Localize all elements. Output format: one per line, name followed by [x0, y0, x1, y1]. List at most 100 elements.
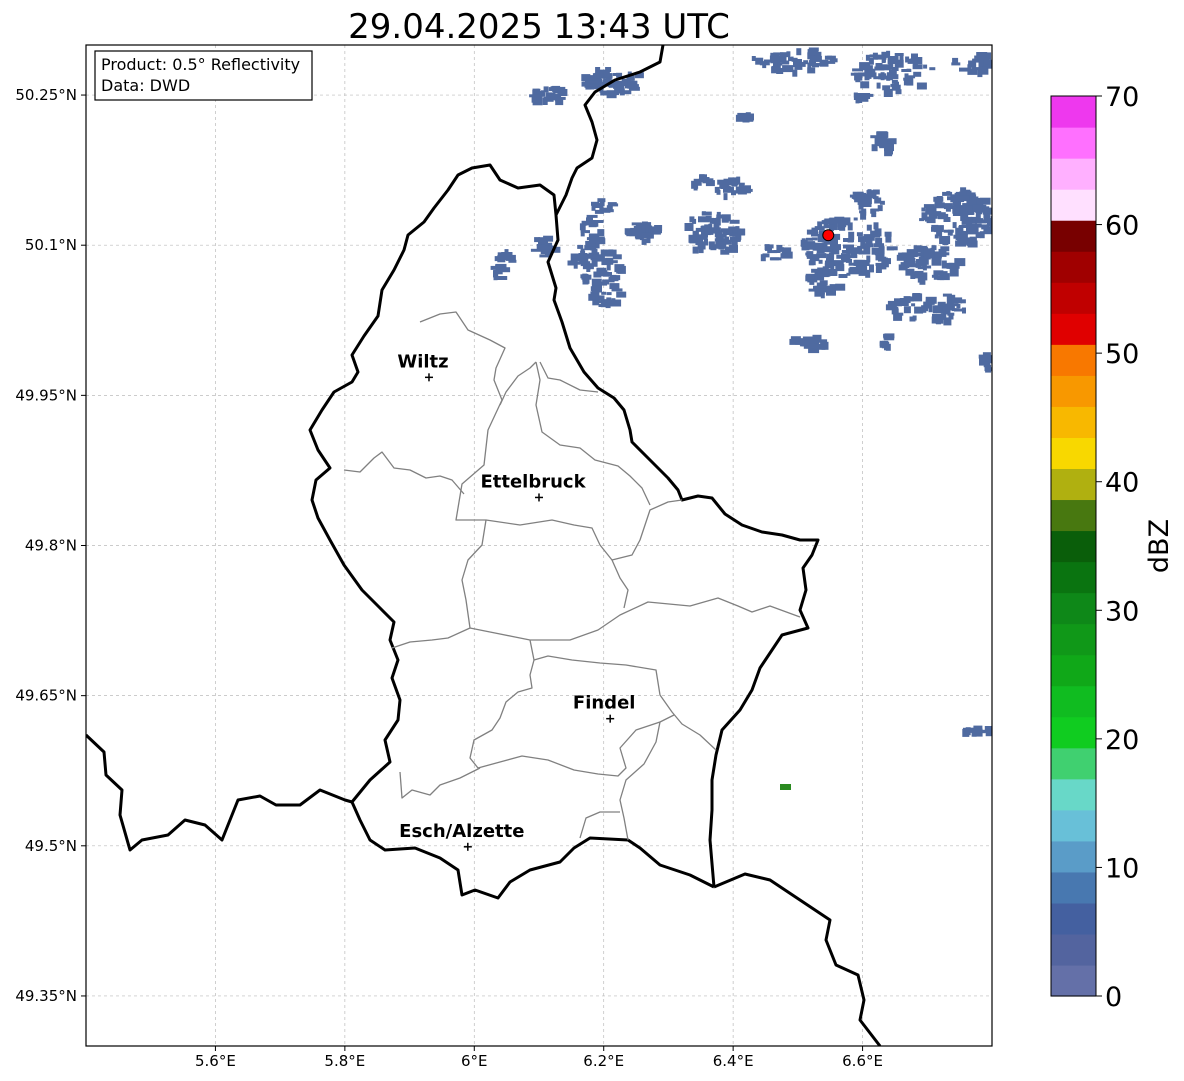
- radar-echo-cell: [627, 80, 635, 89]
- radar-echo-cell: [891, 308, 899, 315]
- radar-echo-cell-strong: [780, 784, 791, 790]
- radar-echo-cell: [573, 254, 584, 259]
- radar-echo-cell: [586, 237, 591, 241]
- radar-echo-cell: [906, 68, 911, 72]
- radar-echo-cell: [807, 62, 812, 68]
- radar-echo-cell: [616, 291, 627, 298]
- radar-echo-cell: [952, 57, 959, 64]
- radar-echo-cell: [878, 246, 885, 255]
- radar-echo-cell: [854, 198, 863, 202]
- radar-echo-cell: [634, 84, 639, 88]
- radar-echo-cell: [946, 191, 951, 195]
- colorbar-band: [1051, 654, 1096, 687]
- lat-tick-label: 49.35°N: [15, 987, 77, 1005]
- radar-echo-cell: [606, 249, 617, 257]
- radar-echo-cell: [983, 214, 991, 222]
- radar-echo-cell: [932, 313, 937, 317]
- radar-echo-cell: [822, 246, 833, 253]
- radar-echo-cell: [912, 315, 917, 321]
- radar-echo-cell: [807, 49, 817, 56]
- radar-echo-cell: [600, 270, 608, 277]
- city-label: Ettelbruck: [480, 471, 586, 492]
- radar-echo-cell: [945, 203, 951, 212]
- radar-echo-cell: [497, 254, 503, 260]
- radar-echo-cell: [827, 55, 833, 60]
- colorbar-band: [1051, 623, 1096, 656]
- colorbar-band: [1051, 561, 1096, 594]
- radar-echo-cell: [716, 211, 721, 218]
- radar-echo-cell: [701, 211, 712, 216]
- radar-echo-cell: [835, 265, 842, 270]
- radar-echo-cell: [723, 239, 732, 245]
- radar-echo-cell: [611, 298, 616, 304]
- radar-echo-cell: [866, 192, 877, 197]
- radar-echo-cell: [807, 67, 816, 74]
- radar-echo-cell: [866, 224, 872, 231]
- radar-echo-cell: [714, 186, 720, 193]
- radar-site-layer: [822, 229, 835, 242]
- radar-echo-cell: [857, 266, 868, 272]
- radar-echo-cell: [886, 72, 893, 81]
- info-box: Product: 0.5° Reflectivity Data: DWD: [94, 50, 313, 101]
- colorbar-band: [1051, 251, 1096, 283]
- radar-map-figure: 29.04.2025 13:43 UTC WiltzEttelbruckFind…: [15, 7, 1175, 1070]
- radar-echo-cell: [796, 48, 802, 56]
- radar-echo-cell: [880, 72, 885, 81]
- radar-echo-cell: [631, 222, 642, 226]
- radar-echo-cell: [935, 316, 944, 324]
- radar-echo-cell: [933, 275, 943, 280]
- radar-echo-cell: [502, 252, 513, 260]
- radar-echo-cell: [599, 201, 605, 207]
- colorbar-band: [1051, 592, 1096, 625]
- city-label: Findel: [573, 693, 636, 714]
- radar-echo-cell: [609, 283, 620, 290]
- radar-echo-cell: [780, 52, 790, 58]
- radar-echo-cell: [873, 222, 879, 230]
- radar-echo-cell: [919, 276, 926, 285]
- radar-echo-cell: [854, 72, 863, 81]
- radar-echo-cell: [580, 274, 586, 279]
- radar-echo-cell: [805, 273, 815, 280]
- radar-echo-cell: [609, 203, 619, 207]
- radar-echo-cell: [988, 356, 992, 364]
- radar-echo-cell: [729, 219, 740, 224]
- radar-echo-cell: [591, 258, 598, 267]
- radar-echo-cell: [931, 257, 942, 266]
- radar-echo-cell: [960, 299, 966, 304]
- radar-echo-cell: [846, 272, 851, 276]
- radar-echo-cell: [721, 215, 729, 223]
- radar-echo-cell: [598, 81, 606, 85]
- radar-echo-cell: [815, 244, 823, 250]
- radar-echo-cell: [689, 216, 695, 223]
- radar-echo-cell: [887, 56, 899, 64]
- radar-echo-cell: [791, 57, 798, 62]
- radar-echo-cell: [769, 257, 779, 261]
- radar-echo-cell: [591, 278, 602, 286]
- radar-echo-cell: [493, 270, 499, 276]
- radar-echo-cell: [871, 72, 877, 78]
- radar-echo-cell: [866, 255, 871, 263]
- colorbar-band: [1051, 499, 1096, 532]
- radar-echo-cell: [871, 213, 877, 218]
- radar-echo-cell: [604, 299, 610, 303]
- radar-echo-cell: [886, 246, 898, 251]
- radar-echo-cell: [728, 226, 740, 230]
- colorbar-band: [1051, 902, 1096, 935]
- radar-echo-cell: [817, 275, 825, 281]
- radar-echo-cell: [585, 277, 590, 284]
- radar-echo-cell: [915, 260, 922, 268]
- radar-echo-cell: [921, 207, 926, 212]
- radar-echo-cell: [903, 77, 913, 81]
- radar-echo-cell: [884, 89, 892, 94]
- lon-tick-label: 6.2°E: [583, 1052, 624, 1070]
- radar-echo-cell: [585, 240, 596, 247]
- radar-echo-cell: [931, 224, 939, 229]
- radar-echo-cell: [577, 244, 584, 249]
- radar-echo-cell: [538, 237, 547, 245]
- radar-echo-cell: [799, 61, 806, 67]
- radar-echo-cell: [883, 333, 890, 338]
- radar-echo-cell: [971, 194, 977, 200]
- radar-echo-cell: [702, 178, 714, 184]
- radar-echo-cell: [955, 227, 962, 235]
- colorbar-tick-label: 60: [1105, 211, 1139, 242]
